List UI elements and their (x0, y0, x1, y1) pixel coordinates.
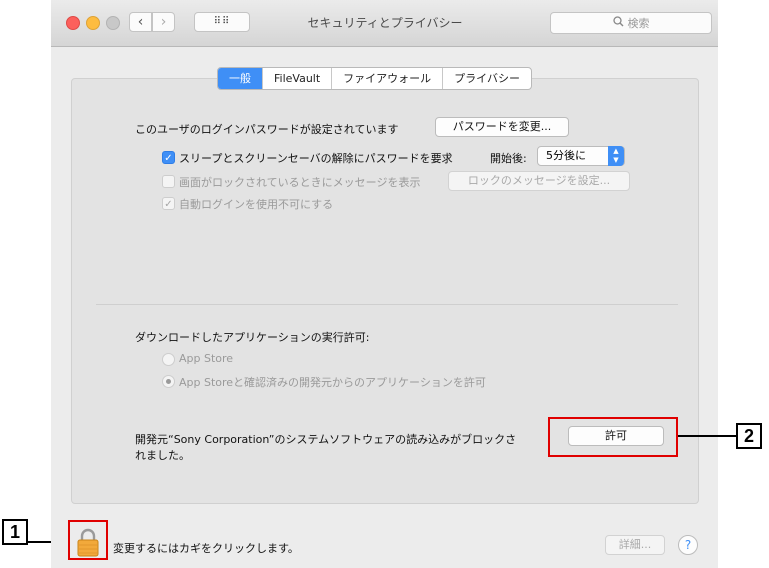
section-divider (96, 304, 678, 305)
change-password-button[interactable]: パスワードを変更... (435, 117, 569, 137)
search-input[interactable]: 検索 (550, 12, 712, 34)
popup-arrows-icon: ▲ ▼ (608, 146, 624, 166)
advanced-button[interactable]: 詳細... (605, 535, 665, 555)
radio-app-store[interactable] (162, 353, 175, 366)
disable-auto-login-checkbox[interactable]: ✓ (162, 197, 175, 210)
start-after-popup[interactable]: 5分後に ▲ ▼ (537, 146, 625, 166)
tab-firewall[interactable]: ファイアウォール (332, 68, 444, 89)
disable-auto-login-label: 自動ログインを使用不可にする (179, 198, 334, 211)
radio-app-store-identified[interactable] (162, 375, 175, 388)
minimize-window-button[interactable] (86, 16, 100, 30)
callout-1: 1 (2, 519, 28, 545)
radio-app-store-identified-label: App Storeと確認済みの開発元からのアプリケーションを許可 (179, 376, 486, 389)
window-title: セキュリティとプライバシー (307, 16, 463, 30)
show-message-checkbox[interactable] (162, 175, 175, 188)
tab-privacy[interactable]: プライバシー (443, 68, 531, 89)
chevron-right-icon: › (160, 14, 167, 30)
downloads-heading: ダウンロードしたアプリケーションの実行許可: (135, 331, 370, 344)
forward-button[interactable]: › (152, 12, 175, 32)
set-lock-message-button[interactable]: ロックのメッセージを設定... (448, 171, 630, 191)
grid-icon: ⠿⠿ (213, 16, 231, 27)
lock-instruction-text: 変更するにはカギをクリックします。 (113, 542, 299, 555)
back-button[interactable]: ‹ (129, 12, 152, 32)
search-placeholder: 検索 (627, 17, 650, 30)
radio-app-store-label: App Store (179, 352, 234, 365)
close-window-button[interactable] (66, 16, 80, 30)
chevron-left-icon: ‹ (137, 14, 144, 30)
title-bar: ‹ › ⠿⠿ セキュリティとプライバシー 検索 (51, 0, 718, 47)
callout-2-leader (678, 435, 736, 437)
help-icon: ? (684, 538, 692, 552)
preferences-window: ‹ › ⠿⠿ セキュリティとプライバシー 検索 一般 FileVault ファイ… (51, 0, 718, 568)
show-message-label: 画面がロックされているときにメッセージを表示 (179, 176, 421, 189)
tab-bar: 一般 FileVault ファイアウォール プライバシー (217, 67, 532, 90)
callout-2: 2 (736, 423, 762, 449)
require-password-label: スリープとスクリーンセーバの解除にパスワードを要求 (179, 152, 453, 165)
password-set-text: このユーザのログインパスワードが設定されています (135, 123, 399, 136)
tab-general[interactable]: 一般 (218, 68, 263, 89)
zoom-window-button[interactable] (106, 16, 120, 30)
start-after-value: 5分後に (546, 149, 586, 162)
callout-2-highlight (548, 417, 678, 457)
tab-filevault[interactable]: FileVault (263, 68, 333, 89)
blocked-message-line1: 開発元“Sony Corporation”のシステムソフトウェアの読み込みがブロ… (135, 433, 517, 446)
show-all-button[interactable]: ⠿⠿ (194, 12, 250, 32)
blocked-message-line2: れました。 (135, 449, 190, 462)
help-button[interactable]: ? (678, 535, 698, 555)
start-after-label: 開始後: (490, 152, 527, 165)
require-password-checkbox[interactable]: ✓ (162, 151, 175, 164)
search-icon (612, 13, 624, 33)
callout-1-highlight (68, 520, 108, 560)
